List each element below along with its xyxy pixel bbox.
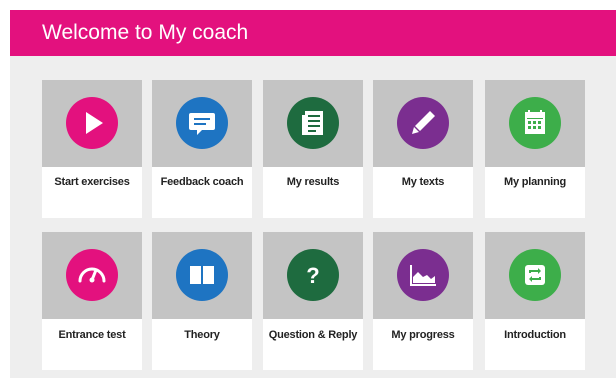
page-title: Welcome to My coach — [42, 21, 249, 44]
clipboard-icon — [287, 97, 339, 149]
chat-bubble-icon — [176, 97, 228, 149]
tile-question-reply[interactable]: ? Question & Reply — [263, 232, 363, 370]
app-header: Welcome to My coach — [10, 10, 616, 56]
tile-label: Theory — [184, 329, 220, 341]
tile-label: Introduction — [504, 329, 566, 341]
tile-my-progress[interactable]: My progress — [373, 232, 473, 370]
tile-label: My planning — [504, 176, 566, 188]
chart-icon — [397, 249, 449, 301]
tile-my-texts[interactable]: My texts — [373, 80, 473, 218]
tile-label: My progress — [391, 329, 455, 341]
tile-feedback-coach[interactable]: Feedback coach — [152, 80, 252, 218]
book-icon — [176, 249, 228, 301]
tile-entrance-test[interactable]: Entrance test — [42, 232, 142, 370]
tile-start-exercises[interactable]: Start exercises — [42, 80, 142, 218]
tile-label: Entrance test — [58, 329, 126, 341]
pen-icon — [397, 97, 449, 149]
tile-label: Question & Reply — [268, 329, 358, 341]
tile-my-planning[interactable]: My planning — [485, 80, 585, 218]
tile-theory[interactable]: Theory — [152, 232, 252, 370]
tile-introduction[interactable]: Introduction — [485, 232, 585, 370]
play-icon — [66, 97, 118, 149]
question-icon: ? — [287, 249, 339, 301]
tile-label: Feedback coach — [160, 176, 244, 188]
tile-label: My texts — [401, 176, 445, 188]
tile-label: My results — [286, 176, 340, 188]
tile-my-results[interactable]: My results — [263, 80, 363, 218]
gauge-icon — [66, 249, 118, 301]
svg-text:?: ? — [306, 263, 319, 288]
refresh-icon — [509, 249, 561, 301]
tile-grid: Start exercises Feedback coach My result… — [10, 56, 616, 378]
tile-label: Start exercises — [54, 176, 130, 188]
calendar-icon — [509, 97, 561, 149]
